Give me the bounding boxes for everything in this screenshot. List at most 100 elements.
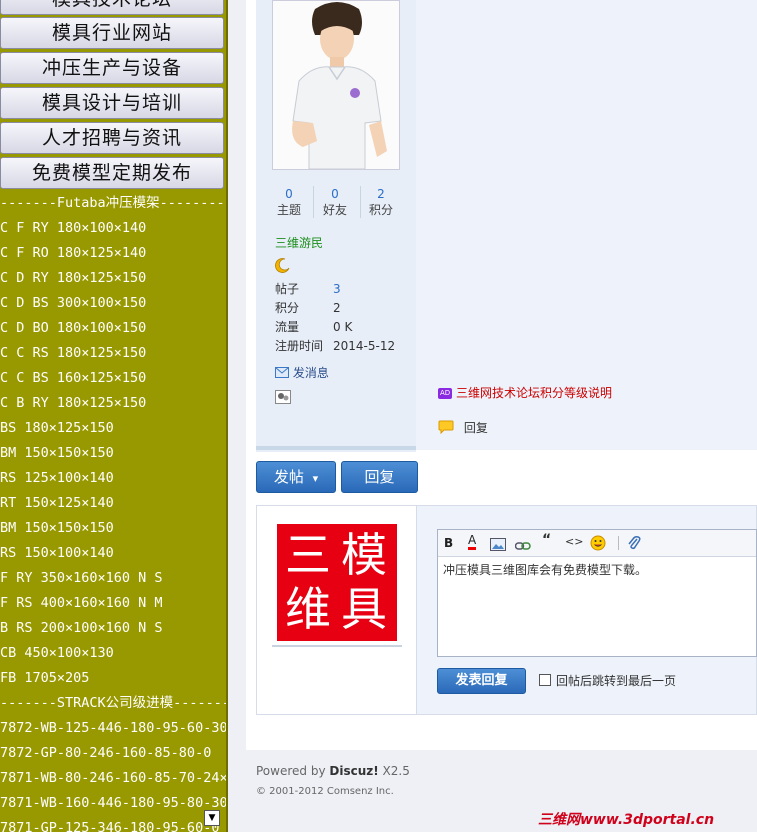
info-traffic-label: 流量 [275,320,300,334]
ad-link[interactable]: AD 三维网技术论坛积分等级说明 [438,384,612,401]
send-message-link[interactable]: 发消息 [275,364,329,381]
jump-last-page-checkbox[interactable] [539,674,551,686]
mold-spec-item[interactable]: BS 180×125×150 [0,416,226,441]
mold-spec-item[interactable]: B RS 200×100×160 N S [0,616,226,641]
mold-spec-item[interactable]: RS 150×100×140 [0,541,226,566]
mold-spec-item[interactable]: 7872-GP-80-246-160-85-80-0 [0,741,226,766]
mold-spec-item[interactable]: RS 125×100×140 [0,466,226,491]
mold-spec-item[interactable]: 7871-WB-160-446-180-95-80-30× [0,791,226,816]
reply-link[interactable]: 回复 [438,419,488,437]
menu-button-stamping[interactable]: 冲压生产与设备 [0,52,224,84]
editor-textarea[interactable]: 冲压模具三维图库会有免费模型下载。 [443,561,647,578]
forum-area: 0 主题 0 好友 2 积分 三维游民 帖子 3 积分 2 流量 0 K 注册时… [228,0,757,832]
new-post-label: 发帖 [273,468,304,486]
mold-spec-item[interactable]: F RY 350×160×160 N S [0,566,226,591]
reply-link-label: 回复 [463,421,488,435]
reply-editor: B A “ <> 冲压模具三维图库会有免费模型下载。 [437,529,757,657]
seal-char-wei: 维 [285,582,331,636]
info-regdate-value: 2014-5-12 [333,339,396,353]
mold-spec-item[interactable]: -------Futaba冲压模架-------- [0,191,226,216]
mold-spec-item[interactable]: RT 150×125×140 [0,491,226,516]
post-content: AD 三维网技术论坛积分等级说明 回复 [416,0,757,450]
mold-spec-item[interactable]: 7871-WB-80-246-160-85-70-24× [0,766,226,791]
left-sidebar: 模具技术论坛 模具行业网站 冲压生产与设备 模具设计与培训 人才招聘与资讯 免费… [0,0,228,832]
info-traffic: 流量 0 K [275,318,352,337]
profile-bottom-border [256,446,416,450]
jump-last-page-label: 回帖后跳转到最后一页 [556,674,677,688]
copyright: © 2001-2012 Comsenz Inc. [256,786,394,797]
menu-button-mold-design[interactable]: 模具设计与培训 [0,87,224,119]
powered-by: Powered by Discuz! X2.5 [256,764,410,778]
smiley-icon[interactable] [590,535,606,555]
ad-badge-icon: AD [438,388,453,399]
mold-spec-item[interactable]: C D RY 180×125×150 [0,266,226,291]
seal-char-san: 三 [285,528,331,582]
font-color-icon[interactable]: A [468,534,477,550]
info-points: 积分 2 [275,299,341,318]
menu-button-mold-forum[interactable]: 模具技术论坛 [0,0,224,15]
user-group[interactable]: 三维游民 [275,234,323,251]
mold-spec-item[interactable]: C F RY 180×100×140 [0,216,226,241]
mold-spec-item[interactable]: F RS 400×160×160 N M [0,591,226,616]
site-seal-logo: 模 三 具 维 [277,524,397,641]
stat-threads[interactable]: 0 主题 [266,186,312,218]
submit-reply-button[interactable]: 发表回复 [437,668,526,694]
dropdown-arrow-icon: ▾ [312,472,319,485]
author-profile: 0 主题 0 好友 2 积分 三维游民 帖子 3 积分 2 流量 0 K 注册时… [256,0,416,452]
mold-spec-item[interactable]: C D BS 300×100×150 [0,291,226,316]
site-watermark: 三维网www.3dportal.cn [538,812,715,828]
powered-by-version: X2.5 [378,764,410,778]
info-posts-label: 帖子 [275,282,300,296]
menu-button-recruitment[interactable]: 人才招聘与资讯 [0,122,224,154]
attachment-icon[interactable] [627,535,641,555]
stat-friends-label: 好友 [322,203,347,217]
info-regdate-label: 注册时间 [275,339,324,353]
info-points-label: 积分 [275,301,300,315]
info-points-value: 2 [333,301,341,315]
mold-spec-item[interactable]: C C RS 180×125×150 [0,341,226,366]
info-posts: 帖子 3 [275,280,341,299]
mold-spec-item[interactable]: -------STRACK公司级进模------- [0,691,226,716]
ad-link-text: 三维网技术论坛积分等级说明 [456,386,613,400]
seal-char-ju: 具 [341,582,387,636]
editor-toolbar: B A “ <> [438,530,756,557]
stat-points-value: 2 [377,187,385,201]
envelope-icon [275,366,289,381]
mold-spec-item[interactable]: 7872-WB-125-446-180-95-60-30× [0,716,226,741]
info-posts-value[interactable]: 3 [333,280,341,299]
send-message-label: 发消息 [292,366,329,380]
info-regdate: 注册时间 2014-5-12 [275,337,395,356]
stat-threads-label: 主题 [276,203,301,217]
reply-button[interactable]: 回复 [341,461,418,493]
mold-spec-item[interactable]: BM 150×150×150 [0,516,226,541]
reply-divider [416,506,417,714]
link-icon[interactable] [514,537,531,556]
mold-spec-item[interactable]: C F RO 180×125×140 [0,241,226,266]
menu-button-mold-industry[interactable]: 模具行业网站 [0,17,224,49]
logo-underline [272,645,402,647]
stat-points-label: 积分 [368,203,393,217]
mold-spec-item[interactable]: CB 450×100×130 [0,641,226,666]
mold-spec-item[interactable]: FB 1705×205 [0,666,226,691]
quote-icon[interactable]: “ [542,532,551,548]
code-icon[interactable]: <> [565,535,583,548]
stat-points[interactable]: 2 积分 [358,186,404,218]
stat-friends[interactable]: 0 好友 [312,186,358,218]
mold-spec-item[interactable]: C C BS 160×125×150 [0,366,226,391]
avatar[interactable] [272,0,400,170]
mold-spec-item[interactable]: 7871-GP-125-346-180-95-60-0 [0,816,226,832]
user-profile-icon[interactable] [275,389,291,408]
menu-button-free-models[interactable]: 免费模型定期发布 [0,157,224,189]
bold-icon[interactable]: B [444,536,453,550]
scroll-down-arrow-icon[interactable]: ▼ [204,810,220,826]
post-container: 0 主题 0 好友 2 积分 三维游民 帖子 3 积分 2 流量 0 K 注册时… [246,0,757,750]
mold-spec-item[interactable]: BM 150×150×150 [0,441,226,466]
discuz-link[interactable]: Discuz! [329,764,378,778]
toolbar-divider [618,536,619,550]
image-icon[interactable] [490,536,506,555]
info-traffic-value: 0 K [333,320,353,334]
mold-spec-item[interactable]: C B RY 180×125×150 [0,391,226,416]
stat-friends-value: 0 [331,187,339,201]
mold-spec-item[interactable]: C D BO 180×100×150 [0,316,226,341]
new-post-button[interactable]: 发帖 ▾ [256,461,336,493]
